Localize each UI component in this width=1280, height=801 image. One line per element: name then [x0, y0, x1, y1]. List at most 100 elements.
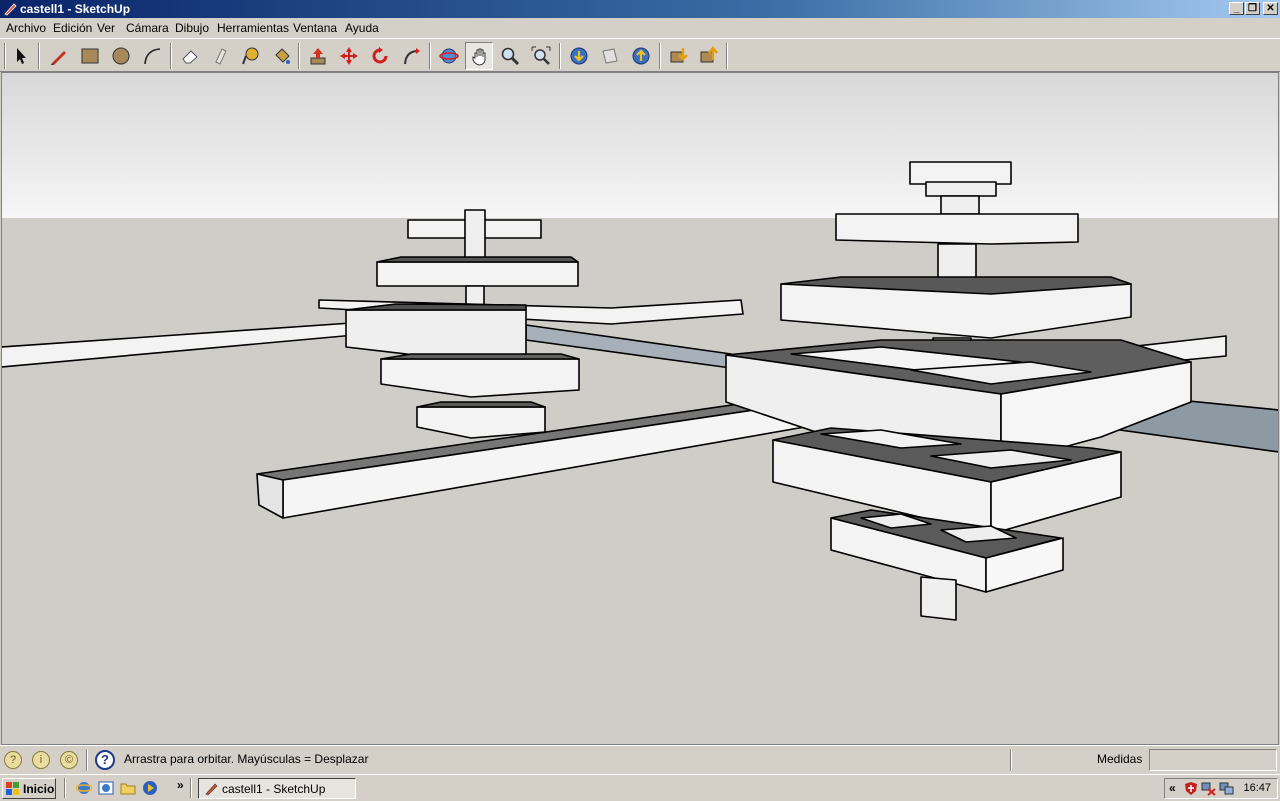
pencil-icon	[51, 51, 66, 65]
system-tray: « 16:47	[1164, 778, 1278, 799]
arc-icon	[144, 48, 161, 65]
title-bar: castell1 - SketchUp _ ❐ ✕	[0, 0, 1280, 18]
zoom-icon	[501, 47, 520, 66]
zoom-extents-tool-button[interactable]	[527, 42, 555, 70]
push-pull-icon	[310, 48, 326, 65]
taskbar: Inicio » castell1 - SketchUp « 16:47	[0, 774, 1280, 801]
user-icon[interactable]: ©	[60, 751, 78, 769]
select-icon	[17, 48, 26, 64]
get-components-button[interactable]	[665, 42, 693, 70]
share-components-icon	[700, 46, 718, 63]
minimize-button[interactable]: _	[1229, 2, 1244, 15]
tape-measure-icon	[242, 47, 259, 65]
move-tool-button[interactable]	[335, 42, 363, 70]
rotate-tool-button[interactable]	[366, 42, 394, 70]
quicklaunch-overflow[interactable]: »	[177, 778, 184, 792]
main-toolbar	[0, 38, 1280, 72]
network-icon[interactable]	[1219, 781, 1234, 796]
get-models-button[interactable]	[565, 42, 593, 70]
network-disconnected-icon[interactable]	[1201, 781, 1216, 796]
follow-me-tool-button[interactable]	[397, 42, 425, 70]
paint-eraser-icon	[215, 48, 227, 65]
menu-camara[interactable]: Cámara	[126, 21, 169, 35]
pan-tool-button[interactable]	[465, 42, 493, 70]
share-components-button[interactable]	[695, 42, 723, 70]
status-message: Arrastra para orbitar. Mayúsculas = Desp…	[124, 752, 369, 766]
close-button[interactable]: ✕	[1263, 2, 1278, 15]
select-tool-button[interactable]	[7, 42, 35, 70]
orbit-tool-button[interactable]	[435, 42, 463, 70]
internet-explorer-icon[interactable]	[76, 780, 92, 796]
folder-icon[interactable]	[120, 780, 136, 796]
tray-collapse-button[interactable]: «	[1169, 781, 1176, 795]
right-tower-crown-base	[925, 181, 997, 197]
left-tower-slab-2	[376, 261, 579, 287]
menu-bar: Archivo Edición Ver Cámara Dibujo Herram…	[0, 18, 1280, 38]
paint-bucket-icon	[275, 48, 290, 64]
status-bar: ? i © ? Arrastra para orbitar. Mayúscula…	[0, 745, 1280, 774]
start-label: Inicio	[23, 782, 55, 796]
arc-tool-button[interactable]	[138, 42, 166, 70]
circle-icon	[112, 47, 130, 65]
restore-button[interactable]: ❐	[1245, 2, 1260, 15]
toolbar-separator	[170, 43, 172, 69]
model-canvas[interactable]	[1, 72, 1279, 745]
toolbar-separator	[298, 43, 300, 69]
share-model-button[interactable]	[596, 42, 624, 70]
right-tower-slab-1	[835, 213, 1079, 245]
paint-eraser-tool-button[interactable]	[206, 42, 234, 70]
credits-icon[interactable]: i	[32, 751, 50, 769]
push-pull-tool-button[interactable]	[304, 42, 332, 70]
menu-herramientas[interactable]: Herramientas	[217, 21, 289, 35]
menu-edicion[interactable]: Edición	[53, 21, 92, 35]
zoom-extents-icon	[531, 46, 551, 65]
toolbar-separator	[429, 43, 431, 69]
toolbar-grip	[4, 43, 6, 69]
right-tower-foot-post	[920, 576, 957, 621]
eraser-icon	[182, 50, 198, 64]
menu-ventana[interactable]: Ventana	[293, 21, 337, 35]
status-separator	[1010, 749, 1012, 771]
right-tower-crown	[909, 161, 1012, 185]
pencil-tool-button[interactable]	[45, 42, 73, 70]
rectangle-tool-button[interactable]	[76, 42, 104, 70]
tape-measure-tool-button[interactable]	[237, 42, 265, 70]
taskbar-separator	[64, 778, 66, 798]
eraser-tool-button[interactable]	[176, 42, 204, 70]
share-model-icon	[602, 48, 618, 64]
circle-tool-button[interactable]	[107, 42, 135, 70]
geo-location-icon[interactable]: ?	[4, 751, 22, 769]
toolbar-separator	[659, 43, 661, 69]
follow-me-icon	[404, 48, 420, 65]
zoom-tool-button[interactable]	[496, 42, 524, 70]
measurements-input[interactable]	[1149, 749, 1277, 771]
browser-icon[interactable]	[98, 780, 114, 796]
menu-ver[interactable]: Ver	[97, 21, 115, 35]
paint-bucket-tool-button[interactable]	[268, 42, 296, 70]
media-player-icon[interactable]	[142, 780, 158, 796]
right-tower-post-top	[940, 195, 980, 215]
menu-ayuda[interactable]: Ayuda	[345, 21, 379, 35]
sky	[2, 73, 1278, 218]
window-title: castell1 - SketchUp	[20, 2, 131, 16]
help-icon[interactable]: ?	[95, 750, 115, 770]
toolbar-separator	[726, 43, 728, 69]
windows-logo-icon	[6, 782, 19, 795]
drawing-viewport[interactable]	[1, 72, 1279, 745]
upload-button[interactable]	[627, 42, 655, 70]
clock: 16:47	[1243, 782, 1271, 794]
menu-dibujo[interactable]: Dibujo	[175, 21, 209, 35]
status-separator	[86, 749, 88, 771]
sketchup-app-icon	[4, 3, 17, 16]
measurements-label: Medidas	[1097, 752, 1143, 766]
toolbar-separator	[559, 43, 561, 69]
taskbar-sketchup-button[interactable]: castell1 - SketchUp	[198, 778, 356, 799]
rotate-icon	[372, 47, 388, 64]
rectangle-icon	[81, 48, 99, 64]
taskbar-sketchup-label: castell1 - SketchUp	[222, 782, 326, 796]
start-button[interactable]: Inicio	[2, 778, 56, 799]
left-tower-bottom-frame-top	[416, 401, 546, 408]
menu-archivo[interactable]: Archivo	[6, 21, 46, 35]
security-shield-icon[interactable]	[1184, 781, 1198, 796]
move-icon	[340, 47, 358, 65]
